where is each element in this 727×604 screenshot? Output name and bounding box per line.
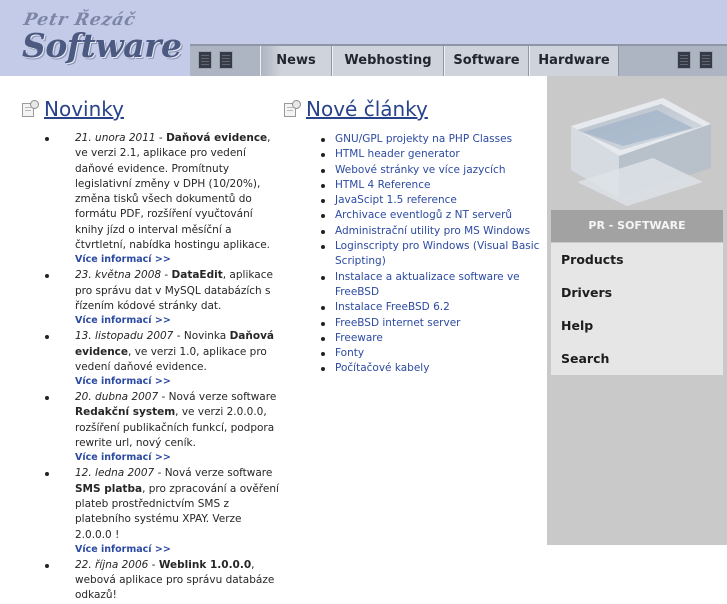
sidebar-item-products[interactable]: Products bbox=[551, 243, 723, 276]
news-list: 21. unora 2011 - Daňová evidence, ve ver… bbox=[45, 131, 281, 604]
sidebar-item-help[interactable]: Help bbox=[551, 309, 723, 342]
article-item: Instalace a aktualizace software ve Free… bbox=[320, 270, 540, 301]
article-item: HTML 4 Reference bbox=[320, 178, 540, 193]
news-date: 23. května 2008 bbox=[75, 269, 162, 282]
news-product: Redakční system bbox=[75, 406, 176, 419]
article-item: Fonty bbox=[320, 346, 540, 361]
news-separator: - bbox=[161, 269, 172, 282]
articles-list: GNU/GPL projekty na PHP Classes HTML head… bbox=[320, 132, 540, 377]
article-item: Archivace eventlogů z NT serverů bbox=[320, 208, 540, 223]
chip-icon bbox=[219, 51, 233, 69]
sidebar-menu: Products Drivers Help Search bbox=[551, 243, 723, 375]
article-item: Instalace FreeBSD 6.2 bbox=[320, 300, 540, 315]
nav-software[interactable]: Software bbox=[444, 46, 529, 76]
more-info-link[interactable]: Více informací >> bbox=[75, 314, 281, 327]
article-link[interactable]: JavaScipt 1.5 reference bbox=[335, 194, 457, 206]
article-link[interactable]: Administrační utility pro MS Windows bbox=[335, 225, 530, 237]
article-item: HTML header generator bbox=[320, 147, 540, 162]
articles-icon bbox=[282, 99, 301, 119]
news-title-link[interactable]: Novinky bbox=[44, 97, 124, 121]
logo-software: Software bbox=[22, 26, 182, 65]
news-date: 21. unora 2011 bbox=[75, 132, 156, 144]
news-text: , ve verzi 2.1, aplikace pro vedení daňo… bbox=[75, 132, 271, 252]
article-link[interactable]: Instalace a aktualizace software ve Free… bbox=[335, 271, 520, 298]
article-item: FreeBSD internet server bbox=[320, 316, 540, 331]
article-item: Počítačové kabely bbox=[320, 361, 540, 376]
article-item: Freeware bbox=[320, 331, 540, 346]
pr-software-label: PR - SOFTWARE bbox=[551, 210, 723, 242]
article-link[interactable]: Instalace FreeBSD 6.2 bbox=[335, 301, 450, 313]
news-separator: - Novinka bbox=[173, 330, 230, 343]
news-separator: - bbox=[148, 558, 159, 571]
news-icon bbox=[20, 99, 39, 119]
news-product: DataEdit bbox=[171, 269, 223, 282]
article-link[interactable]: Loginscripty pro Windows (Visual Basic S… bbox=[335, 240, 539, 267]
news-heading: Novinky bbox=[20, 96, 124, 122]
news-item: 12. ledna 2007 - Nová verze software SMS… bbox=[45, 466, 281, 555]
news-item: 23. května 2008 - DataEdit, aplikace pro… bbox=[45, 268, 281, 327]
sidebar-item-drivers[interactable]: Drivers bbox=[551, 276, 723, 309]
news-date: 13. listopadu 2007 bbox=[75, 330, 174, 343]
articles-title-link[interactable]: Nové články bbox=[306, 97, 428, 121]
article-link[interactable]: HTML 4 Reference bbox=[335, 179, 430, 191]
news-item: 13. listopadu 2007 - Novinka Daňová evid… bbox=[45, 329, 281, 388]
main-nav: News Webhosting Software Hardware bbox=[190, 44, 727, 76]
news-separator: - bbox=[155, 132, 167, 144]
article-item: Administrační utility pro MS Windows bbox=[320, 224, 540, 239]
more-info-link[interactable]: Více informací >> bbox=[75, 451, 281, 464]
nav-webhosting[interactable]: Webhosting bbox=[332, 46, 444, 76]
article-item: GNU/GPL projekty na PHP Classes bbox=[320, 132, 540, 147]
chip-icon bbox=[677, 51, 691, 69]
sidebar-item-search[interactable]: Search bbox=[551, 342, 723, 375]
news-item: 22. října 2006 - Weblink 1.0.0.0, webová… bbox=[45, 558, 281, 604]
chip-icon bbox=[699, 51, 713, 69]
computer-graphic bbox=[553, 86, 719, 206]
nav-hardware[interactable]: Hardware bbox=[529, 46, 619, 76]
news-product: Daňová evidence bbox=[166, 132, 268, 144]
more-info-link[interactable]: Více informací >> bbox=[75, 375, 281, 388]
article-item: JavaScipt 1.5 reference bbox=[320, 193, 540, 208]
article-link[interactable]: Archivace eventlogů z NT serverů bbox=[335, 209, 512, 221]
article-link[interactable]: Freeware bbox=[335, 332, 383, 344]
news-product: SMS platba bbox=[75, 482, 143, 495]
news-product: Weblink 1.0.0.0 bbox=[158, 558, 252, 571]
article-link[interactable]: Webové stránky ve více jazycích bbox=[335, 164, 506, 176]
news-item: 21. unora 2011 - Daňová evidence, ve ver… bbox=[45, 131, 281, 266]
article-link[interactable]: FreeBSD internet server bbox=[335, 317, 460, 329]
article-link[interactable]: Fonty bbox=[335, 347, 364, 359]
nav-news[interactable]: News bbox=[260, 46, 332, 76]
article-item: Loginscripty pro Windows (Visual Basic S… bbox=[320, 239, 540, 270]
site-logo[interactable]: Petr Řezáč Software bbox=[22, 8, 192, 72]
article-link[interactable]: HTML header generator bbox=[335, 148, 460, 160]
news-date: 12. ledna 2007 bbox=[75, 467, 155, 480]
chip-icon bbox=[198, 51, 212, 69]
article-link[interactable]: Počítačové kabely bbox=[335, 362, 429, 374]
news-separator: - Nová verze software bbox=[154, 467, 273, 480]
news-item: 20. dubna 2007 - Nová verze software Red… bbox=[45, 390, 281, 464]
site-header: Petr Řezáč Software News Webhosting Soft… bbox=[0, 0, 727, 76]
article-link[interactable]: GNU/GPL projekty na PHP Classes bbox=[335, 133, 512, 145]
sidebar: PR - SOFTWARE Products Drivers Help Sear… bbox=[547, 76, 727, 545]
article-item: Webové stránky ve více jazycích bbox=[320, 163, 540, 178]
news-separator: - Nová verze software bbox=[158, 391, 277, 404]
more-info-link[interactable]: Více informací >> bbox=[75, 253, 281, 266]
news-date: 20. dubna 2007 bbox=[75, 391, 159, 404]
news-date: 22. října 2006 bbox=[75, 558, 149, 571]
articles-heading: Nové články bbox=[282, 96, 428, 122]
